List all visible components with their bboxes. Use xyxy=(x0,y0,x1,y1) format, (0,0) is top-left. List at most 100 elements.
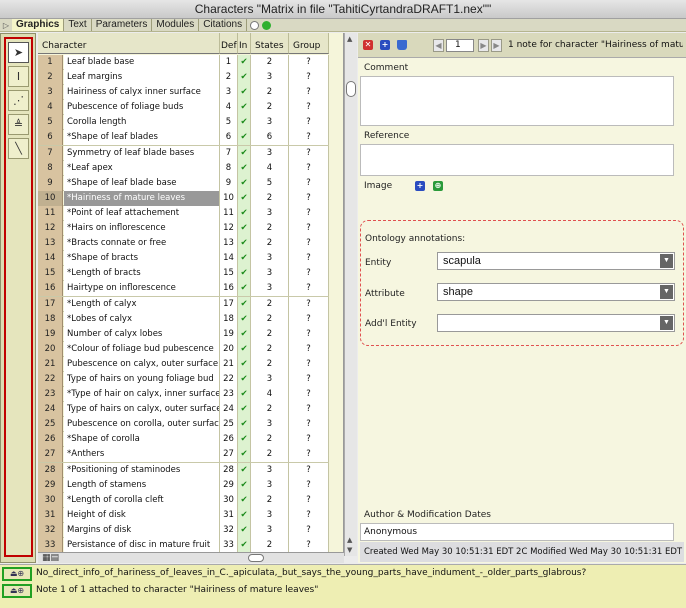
group-value[interactable]: ? xyxy=(289,281,329,297)
tab-graphics[interactable]: Graphics xyxy=(12,19,65,31)
group-value[interactable]: ? xyxy=(289,100,329,116)
group-value[interactable]: ? xyxy=(289,371,329,387)
table-row[interactable]: 12 *Hairs on inflorescence 12 ✔ 2? xyxy=(38,221,329,237)
character-name[interactable]: Pubescence on calyx, outer surface xyxy=(64,356,220,372)
included-check-icon[interactable]: ✔ xyxy=(238,462,251,478)
group-value[interactable]: ? xyxy=(289,55,329,70)
included-check-icon[interactable]: ✔ xyxy=(238,85,251,101)
character-name[interactable]: *Hairiness of mature leaves xyxy=(64,190,220,206)
table-row[interactable]: 29 Length of stamens 29 ✔ 3? xyxy=(38,477,329,493)
group-value[interactable]: ? xyxy=(289,356,329,372)
character-name[interactable]: *Length of corolla cleft xyxy=(64,492,220,508)
included-check-icon[interactable]: ✔ xyxy=(238,130,251,146)
add-note-icon[interactable]: + xyxy=(380,40,390,50)
table-row[interactable]: 21 Pubescence on calyx, outer surface 21 ✔ 2… xyxy=(38,356,329,372)
included-check-icon[interactable]: ✔ xyxy=(238,205,251,221)
included-check-icon[interactable]: ✔ xyxy=(238,296,251,312)
group-value[interactable]: ? xyxy=(289,507,329,523)
group-value[interactable]: ? xyxy=(289,311,329,327)
scroll-up-icon[interactable]: ▲ xyxy=(347,35,352,43)
group-value[interactable]: ? xyxy=(289,221,329,237)
character-name[interactable]: Hairtype on inflorescence xyxy=(64,281,220,297)
group-value[interactable]: ? xyxy=(289,538,329,553)
reference-field[interactable] xyxy=(360,144,674,176)
row-number[interactable]: 8 xyxy=(38,160,63,176)
go-icon[interactable] xyxy=(262,20,272,30)
row-number[interactable]: 18 xyxy=(38,311,63,327)
included-check-icon[interactable]: ✔ xyxy=(238,100,251,116)
row-number[interactable]: 27 xyxy=(38,447,63,463)
included-check-icon[interactable]: ✔ xyxy=(238,326,251,342)
column-header-states[interactable]: States xyxy=(251,33,289,54)
group-value[interactable]: ? xyxy=(289,145,329,161)
group-value[interactable]: ? xyxy=(289,387,329,403)
table-row[interactable]: 7 Symmetry of leaf blade bases 7 ✔ 3? xyxy=(38,145,329,161)
trash-icon[interactable] xyxy=(397,40,407,50)
included-check-icon[interactable]: ✔ xyxy=(238,221,251,237)
character-name[interactable]: Persistance of disc in mature fruit xyxy=(64,538,220,553)
row-number[interactable]: 21 xyxy=(38,356,63,372)
row-number[interactable]: 33 xyxy=(38,538,63,553)
grid-view-icon[interactable]: ▦▤ xyxy=(42,553,59,563)
row-number[interactable]: 19 xyxy=(38,326,63,342)
table-row[interactable]: 10 *Hairiness of mature leaves 10 ✔ 2? xyxy=(38,190,329,206)
row-number[interactable]: 29 xyxy=(38,477,63,493)
next-note-icon[interactable]: ▶ xyxy=(478,39,489,52)
group-value[interactable]: ? xyxy=(289,266,329,282)
ibeam-tool-icon[interactable]: I xyxy=(8,66,29,87)
included-check-icon[interactable]: ✔ xyxy=(238,236,251,252)
scroll-thumb[interactable] xyxy=(346,81,356,97)
delete-note-icon[interactable]: ✕ xyxy=(363,40,373,50)
included-check-icon[interactable]: ✔ xyxy=(238,507,251,523)
attribute-select[interactable]: shape ▼ xyxy=(437,283,675,301)
table-row[interactable]: 4 Pubescence of foliage buds 4 ✔ 2? xyxy=(38,100,329,116)
author-field[interactable]: Anonymous xyxy=(360,523,674,541)
column-header-in[interactable]: In xyxy=(238,33,251,54)
group-value[interactable]: ? xyxy=(289,432,329,448)
column-header-character[interactable]: Character xyxy=(38,33,220,54)
table-row[interactable]: 9 *Shape of leaf blade base 9 ✔ 5? xyxy=(38,175,329,191)
included-check-icon[interactable]: ✔ xyxy=(238,251,251,267)
character-name[interactable]: *Anthers xyxy=(64,447,220,463)
included-check-icon[interactable]: ✔ xyxy=(238,190,251,206)
included-check-icon[interactable]: ✔ xyxy=(238,70,251,86)
table-row[interactable]: 26 *Shape of corolla 26 ✔ 2? xyxy=(38,432,329,448)
table-row[interactable]: 28 *Positioning of staminodes 28 ✔ 3? xyxy=(38,462,329,478)
included-check-icon[interactable]: ✔ xyxy=(238,115,251,131)
collapse-triangle-icon[interactable]: ▷ xyxy=(0,21,12,30)
chevron-down-icon[interactable]: ▼ xyxy=(660,254,673,268)
table-row[interactable]: 11 *Point of leaf attachement 11 ✔ 3? xyxy=(38,205,329,222)
circle-icon[interactable] xyxy=(250,20,260,30)
included-check-icon[interactable]: ✔ xyxy=(238,477,251,493)
tab-citations[interactable]: Citations xyxy=(199,19,248,31)
group-value[interactable]: ? xyxy=(289,115,329,131)
table-row[interactable]: 32 Margins of disk 32 ✔ 3? xyxy=(38,522,329,538)
entity-select[interactable]: scapula ▼ xyxy=(437,252,675,270)
character-name[interactable]: Pubescence on corolla, outer surface xyxy=(64,417,220,433)
row-number[interactable]: 10 xyxy=(38,190,63,206)
previous-note-icon[interactable]: ◀ xyxy=(433,39,444,52)
hscroll-thumb[interactable] xyxy=(248,554,264,562)
character-name[interactable]: Leaf blade base xyxy=(64,55,220,70)
row-number[interactable]: 20 xyxy=(38,341,63,357)
tab-text[interactable]: Text xyxy=(64,19,92,31)
table-row[interactable]: 30 *Length of corolla cleft 30 ✔ 2? xyxy=(38,492,329,508)
character-name[interactable]: *Shape of bracts xyxy=(64,251,220,267)
character-name[interactable]: *Leaf apex xyxy=(64,160,220,176)
character-name[interactable]: *Shape of leaf blade base xyxy=(64,175,220,191)
character-name[interactable]: *Shape of corolla xyxy=(64,432,220,448)
table-row[interactable]: 17 *Length of calyx 17 ✔ 2? xyxy=(38,296,329,312)
group-value[interactable]: ? xyxy=(289,522,329,538)
vertical-scrollbar[interactable]: ▲ ▲ ▼ xyxy=(344,33,357,556)
row-number[interactable]: 12 xyxy=(38,221,63,237)
column-header-def[interactable]: Def xyxy=(220,33,238,54)
tab-parameters[interactable]: Parameters xyxy=(92,19,153,31)
row-number[interactable]: 3 xyxy=(38,85,63,101)
character-name[interactable]: *Type of hair on calyx, inner surface xyxy=(64,387,220,403)
group-value[interactable]: ? xyxy=(289,477,329,493)
included-check-icon[interactable]: ✔ xyxy=(238,492,251,508)
row-number[interactable]: 28 xyxy=(38,462,63,478)
last-note-icon[interactable]: ▶ xyxy=(491,39,502,52)
row-number[interactable]: 5 xyxy=(38,115,63,131)
group-value[interactable]: ? xyxy=(289,296,329,312)
